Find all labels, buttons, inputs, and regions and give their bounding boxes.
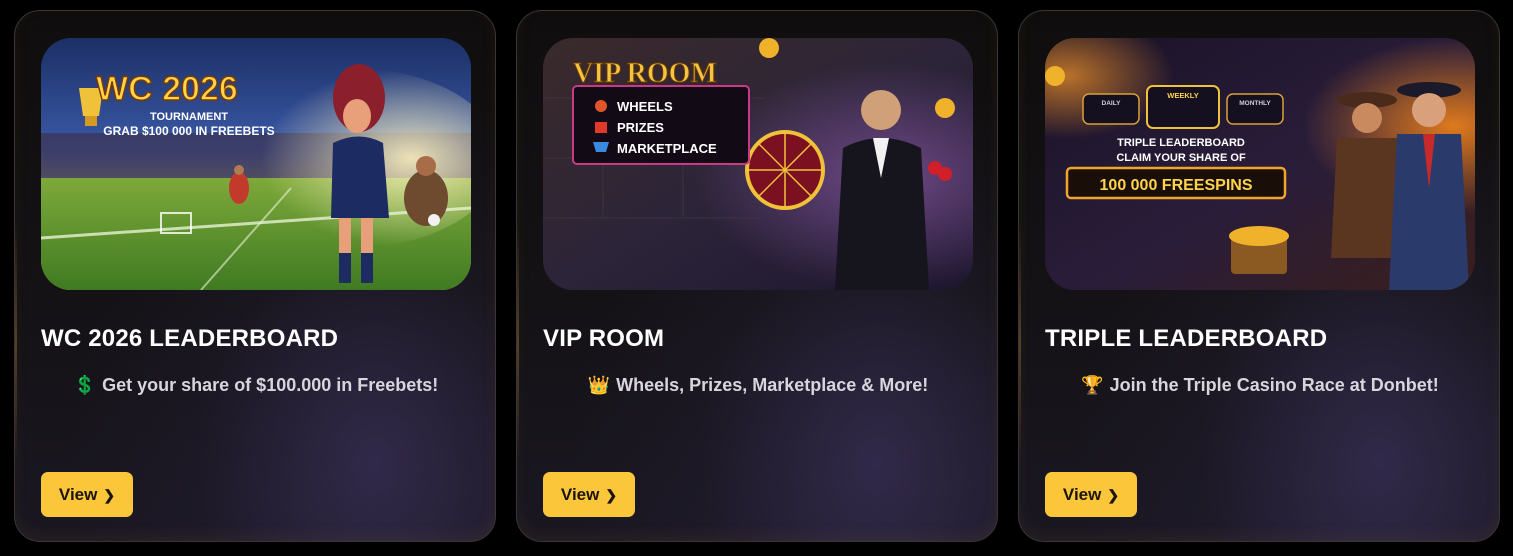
card-title: TRIPLE LEADERBOARD bbox=[1045, 325, 1328, 352]
card-title: VIP ROOM bbox=[543, 325, 665, 352]
triple-line1: TRIPLE LEADERBOARD bbox=[1117, 137, 1245, 149]
wc2026-line2: GRAB $100 000 IN FREEBETS bbox=[103, 124, 274, 138]
crown-icon: 👑 bbox=[587, 375, 611, 395]
card-description-text: Wheels, Prizes, Marketplace & More! bbox=[616, 375, 929, 395]
card-description-text: Join the Triple Casino Race at Donbet! bbox=[1109, 375, 1439, 395]
tab-monthly: MONTHLY bbox=[1239, 100, 1271, 107]
card-description-text: Get your share of $100.000 in Freebets! bbox=[102, 375, 439, 395]
promo-card-vip-room: VIP ROOM WHEELS PRIZES MARKETPLACE VIP R… bbox=[516, 10, 998, 542]
tab-weekly: WEEKLY bbox=[1167, 91, 1198, 100]
triple-line2: CLAIM YOUR SHARE OF bbox=[1116, 152, 1246, 164]
triple-leaderboard-banner-image[interactable]: DAILY WEEKLY MONTHLY TRIPLE LEADERBOARD … bbox=[1045, 38, 1475, 290]
wc2026-headline: WC 2026 bbox=[96, 70, 238, 108]
vip-room-banner-image[interactable]: VIP ROOM WHEELS PRIZES MARKETPLACE bbox=[543, 38, 973, 290]
card-description: 👑 Wheels, Prizes, Marketplace & More! bbox=[543, 375, 973, 396]
triple-highlight: 100 000 FREESPINS bbox=[1100, 177, 1253, 194]
vip-item-marketplace: MARKETPLACE bbox=[617, 141, 717, 156]
wc2026-line1: TOURNAMENT bbox=[150, 111, 228, 123]
view-button-label: View bbox=[1062, 484, 1102, 504]
card-title: WC 2026 LEADERBOARD bbox=[41, 325, 339, 352]
promo-card-triple-leaderboard: DAILY WEEKLY MONTHLY TRIPLE LEADERBOARD … bbox=[1018, 10, 1500, 542]
chevron-right-icon: ❯ bbox=[103, 486, 116, 503]
card-description: 💲 Get your share of $100.000 in Freebets! bbox=[41, 375, 471, 396]
chevron-right-icon: ❯ bbox=[605, 486, 618, 503]
card-description: 🏆 Join the Triple Casino Race at Donbet! bbox=[1045, 375, 1475, 396]
vip-item-wheels: WHEELS bbox=[617, 99, 673, 114]
promotions-row: WC 2026 TOURNAMENT GRAB $100 000 IN FREE… bbox=[0, 0, 1513, 556]
promo-card-wc2026: WC 2026 TOURNAMENT GRAB $100 000 IN FREE… bbox=[14, 10, 496, 542]
view-button[interactable]: View ❯ bbox=[1045, 472, 1137, 517]
tab-daily: DAILY bbox=[1102, 100, 1122, 107]
view-button-label: View bbox=[560, 484, 600, 504]
view-button[interactable]: View ❯ bbox=[41, 472, 133, 517]
view-button[interactable]: View ❯ bbox=[543, 472, 635, 517]
trophy-icon: 🏆 bbox=[1081, 375, 1104, 395]
vip-headline: VIP ROOM bbox=[573, 58, 717, 89]
view-button-label: View bbox=[58, 484, 98, 504]
vip-item-prizes: PRIZES bbox=[617, 120, 664, 135]
chevron-right-icon: ❯ bbox=[1107, 486, 1120, 503]
wc2026-banner-image[interactable]: WC 2026 TOURNAMENT GRAB $100 000 IN FREE… bbox=[41, 38, 471, 290]
dollar-icon: 💲 bbox=[73, 375, 97, 395]
